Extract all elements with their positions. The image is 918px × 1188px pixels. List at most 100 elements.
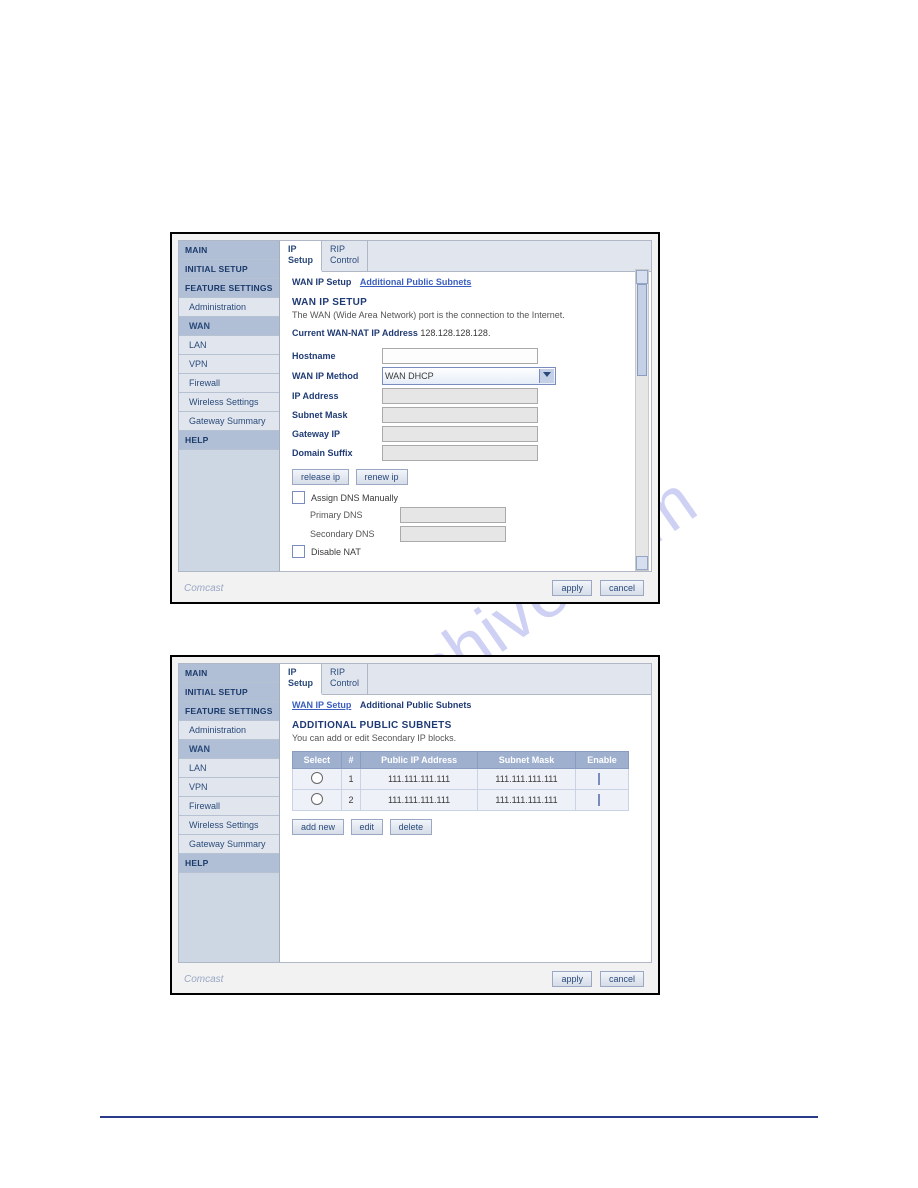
tab-line1: RIP — [330, 667, 345, 677]
label-ip: IP Address — [292, 391, 382, 401]
sidebar-item-administration[interactable]: Administration — [179, 298, 279, 317]
sidebar-item-gateway-summary[interactable]: Gateway Summary — [179, 412, 279, 431]
cancel-button[interactable]: cancel — [600, 580, 644, 596]
label-assign-dns: Assign DNS Manually — [311, 493, 398, 503]
ip-buttons: release ip renew ip — [292, 469, 629, 485]
section-title: ADDITIONAL PUBLIC SUBNETS — [292, 720, 629, 731]
tab-line1: IP — [288, 244, 297, 254]
sidebar-item-vpn[interactable]: VPN — [179, 355, 279, 374]
bc-current: WAN IP Setup — [292, 277, 351, 287]
sidebar-item-wireless[interactable]: Wireless Settings — [179, 816, 279, 835]
label-mask: Subnet Mask — [292, 410, 382, 420]
page-content: WAN IP Setup Additional Public Subnets W… — [280, 269, 651, 569]
release-ip-button[interactable]: release ip — [292, 469, 349, 485]
th-enable: Enable — [576, 752, 629, 769]
disable-nat-row: Disable NAT — [292, 545, 629, 558]
checkbox-enable-row-1[interactable] — [598, 773, 600, 785]
scroll-area: WAN IP Setup Additional Public Subnets A… — [280, 692, 651, 962]
page-divider — [100, 1116, 818, 1118]
section-desc: The WAN (Wide Area Network) port is the … — [292, 310, 629, 320]
sidebar-item-lan[interactable]: LAN — [179, 336, 279, 355]
scrollbar[interactable] — [635, 269, 649, 571]
page-content: WAN IP Setup Additional Public Subnets A… — [280, 692, 651, 849]
label-hostname: Hostname — [292, 351, 382, 361]
label-primary-dns: Primary DNS — [310, 510, 400, 520]
tab-line2: Setup — [288, 678, 313, 688]
wan-ip-setup-window: MAIN INITIAL SETUP FEATURE SETTINGS Admi… — [170, 232, 660, 604]
sidebar-main[interactable]: MAIN — [179, 664, 279, 683]
sidebar-item-lan[interactable]: LAN — [179, 759, 279, 778]
input-domain-suffix[interactable] — [382, 445, 538, 461]
sidebar-initial-setup[interactable]: INITIAL SETUP — [179, 260, 279, 279]
label-disable-nat: Disable NAT — [311, 547, 361, 557]
section-desc: You can add or edit Secondary IP blocks. — [292, 733, 629, 743]
sidebar-help[interactable]: HELP — [179, 854, 279, 873]
cell-mask: 111.111.111.111 — [478, 790, 576, 811]
tab-rip-control[interactable]: RIP Control — [322, 241, 368, 271]
current-ip-label: Current WAN-NAT IP Address — [292, 328, 418, 338]
checkbox-enable-row-2[interactable] — [598, 794, 600, 806]
input-secondary-dns[interactable] — [400, 526, 506, 542]
cell-mask: 111.111.111.111 — [478, 769, 576, 790]
delete-button[interactable]: delete — [390, 819, 433, 835]
select-wan-ip-method[interactable]: WAN DHCP — [382, 367, 556, 385]
label-suffix: Domain Suffix — [292, 448, 382, 458]
label-method: WAN IP Method — [292, 371, 382, 381]
sidebar-item-wireless[interactable]: Wireless Settings — [179, 393, 279, 412]
table-row: 2 111.111.111.111 111.111.111.111 — [293, 790, 629, 811]
scroll-thumb[interactable] — [637, 284, 647, 376]
input-primary-dns[interactable] — [400, 507, 506, 523]
sidebar: MAIN INITIAL SETUP FEATURE SETTINGS Admi… — [179, 664, 280, 962]
add-new-button[interactable]: add new — [292, 819, 344, 835]
apply-button[interactable]: apply — [552, 580, 592, 596]
tab-line2: Control — [330, 678, 359, 688]
content-area: IP Setup RIP Control WAN IP Setup Additi… — [280, 664, 651, 962]
sidebar: MAIN INITIAL SETUP FEATURE SETTINGS Admi… — [179, 241, 280, 571]
input-gateway-ip[interactable] — [382, 426, 538, 442]
edit-button[interactable]: edit — [351, 819, 384, 835]
sidebar-initial-setup[interactable]: INITIAL SETUP — [179, 683, 279, 702]
sidebar-item-firewall[interactable]: Firewall — [179, 797, 279, 816]
tab-rip-control[interactable]: RIP Control — [322, 664, 368, 694]
th-ip: Public IP Address — [361, 752, 478, 769]
sidebar-item-firewall[interactable]: Firewall — [179, 374, 279, 393]
input-subnet-mask[interactable] — [382, 407, 538, 423]
breadcrumb: WAN IP Setup Additional Public Subnets — [292, 277, 629, 287]
radio-select-row-2[interactable] — [311, 793, 323, 805]
checkbox-disable-nat[interactable] — [292, 545, 305, 558]
sidebar-item-wan[interactable]: WAN — [179, 317, 279, 336]
panel-inner: MAIN INITIAL SETUP FEATURE SETTINGS Admi… — [178, 240, 652, 572]
panel-inner: MAIN INITIAL SETUP FEATURE SETTINGS Admi… — [178, 663, 652, 963]
bc-current: Additional Public Subnets — [360, 700, 472, 710]
input-hostname[interactable] — [382, 348, 538, 364]
sidebar-item-administration[interactable]: Administration — [179, 721, 279, 740]
sidebar-item-vpn[interactable]: VPN — [179, 778, 279, 797]
label-gateway: Gateway IP — [292, 429, 382, 439]
apply-button[interactable]: apply — [552, 971, 592, 987]
tab-ip-setup[interactable]: IP Setup — [280, 664, 322, 695]
assign-dns-row: Assign DNS Manually — [292, 491, 629, 504]
footer-buttons: apply cancel — [552, 580, 648, 596]
additional-subnets-window: MAIN INITIAL SETUP FEATURE SETTINGS Admi… — [170, 655, 660, 995]
bc-link-wan-ip-setup[interactable]: WAN IP Setup — [292, 700, 351, 710]
content-area: IP Setup RIP Control WAN IP Setup Additi… — [280, 241, 651, 571]
th-mask: Subnet Mask — [478, 752, 576, 769]
tab-ip-setup[interactable]: IP Setup — [280, 241, 322, 272]
sidebar-feature-settings[interactable]: FEATURE SETTINGS — [179, 702, 279, 721]
radio-select-row-1[interactable] — [311, 772, 323, 784]
cell-num: 2 — [341, 790, 360, 811]
checkbox-assign-dns[interactable] — [292, 491, 305, 504]
cell-ip: 111.111.111.111 — [361, 769, 478, 790]
renew-ip-button[interactable]: renew ip — [356, 469, 408, 485]
sidebar-item-wan[interactable]: WAN — [179, 740, 279, 759]
tabs: IP Setup RIP Control — [280, 241, 651, 272]
cancel-button[interactable]: cancel — [600, 971, 644, 987]
tab-line1: IP — [288, 667, 297, 677]
sidebar-feature-settings[interactable]: FEATURE SETTINGS — [179, 279, 279, 298]
sidebar-main[interactable]: MAIN — [179, 241, 279, 260]
input-ip-address[interactable] — [382, 388, 538, 404]
sidebar-help[interactable]: HELP — [179, 431, 279, 450]
bc-link-additional-subnets[interactable]: Additional Public Subnets — [360, 277, 472, 287]
select-value: WAN DHCP — [385, 371, 434, 381]
sidebar-item-gateway-summary[interactable]: Gateway Summary — [179, 835, 279, 854]
